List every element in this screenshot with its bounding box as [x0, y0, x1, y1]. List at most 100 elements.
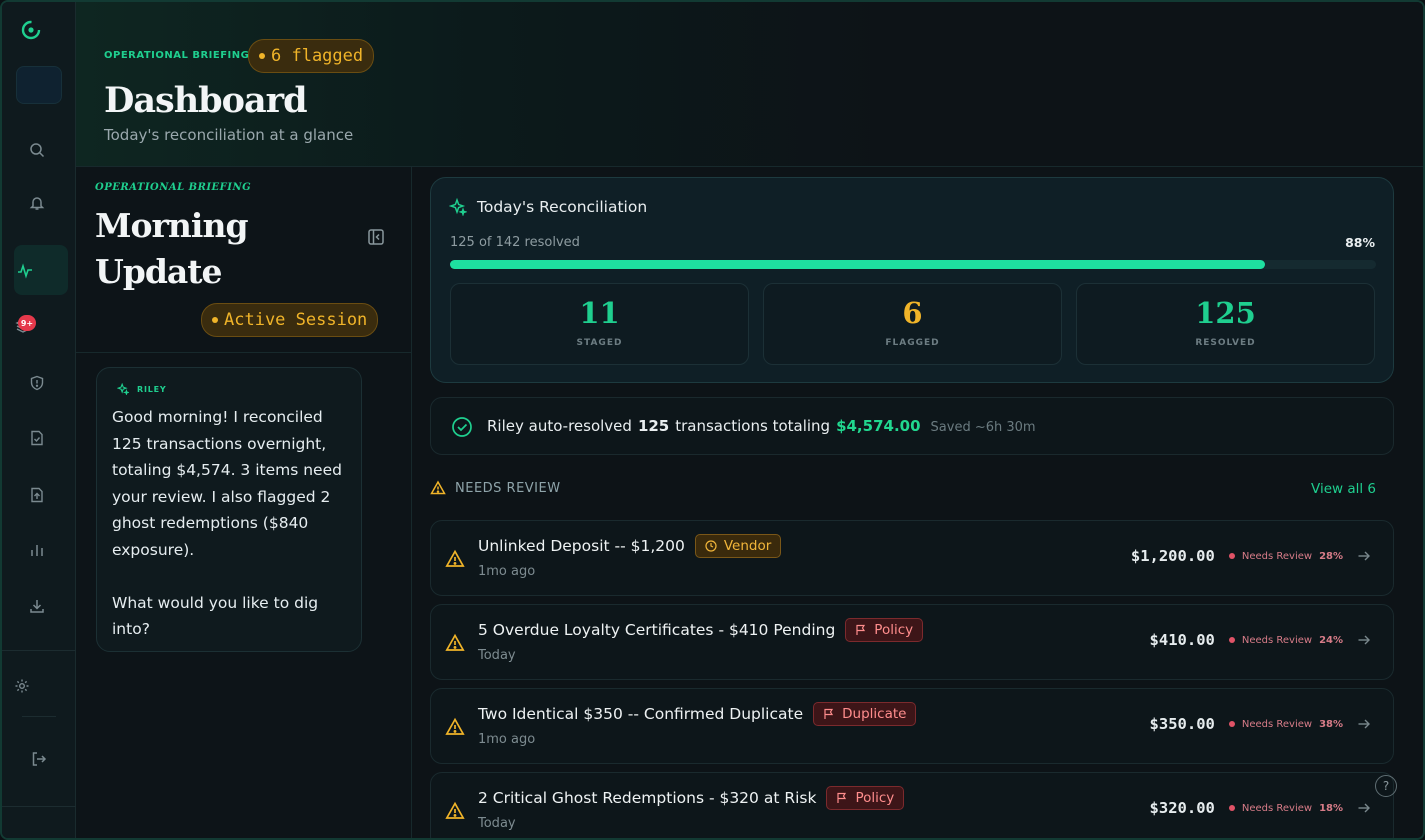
tag-vendor[interactable]: Vendor	[694, 534, 782, 558]
warning-icon	[430, 480, 446, 495]
settings-icon[interactable]	[14, 678, 34, 698]
auto-resolved-middle: transactions totaling	[675, 417, 831, 435]
status-dot	[212, 317, 218, 323]
needs-review-heading: NEEDS REVIEW	[430, 480, 561, 496]
warning-icon	[445, 717, 465, 735]
needs-review-label: NEEDS REVIEW	[455, 480, 561, 496]
review-item-title: Two Identical $350 -- Confirmed Duplicat…	[478, 702, 917, 726]
review-item-amount: $410.00	[1149, 631, 1215, 649]
clock-icon	[705, 540, 717, 552]
panel-divider	[76, 352, 412, 353]
review-item-title-text: 5 Overdue Loyalty Certificates - $410 Pe…	[478, 621, 836, 639]
status-dot	[1228, 805, 1235, 811]
status-label: Needs Review	[1241, 718, 1313, 730]
tag-label: Policy	[874, 622, 914, 638]
rail-divider-2	[22, 716, 56, 717]
review-item-amount: $1,200.00	[1130, 547, 1215, 565]
stat-flagged[interactable]: 6 FLAGGED	[763, 283, 1062, 365]
review-item-status: Needs Review 24%	[1228, 634, 1343, 646]
review-item-time: 1mo ago	[478, 564, 536, 579]
status-percent: 18%	[1319, 802, 1343, 814]
review-item-title: 5 Overdue Loyalty Certificates - $410 Pe…	[478, 618, 924, 642]
sidebar-rail: 9+	[2, 2, 76, 838]
tag-label: Vendor	[723, 538, 772, 554]
status-percent: 28%	[1319, 550, 1343, 562]
bell-icon[interactable]	[29, 195, 49, 215]
review-item-title: 2 Critical Ghost Redemptions - $320 at R…	[478, 786, 905, 810]
arrow-right-icon[interactable]	[1357, 633, 1371, 647]
arrow-right-icon[interactable]	[1357, 801, 1371, 815]
tag-duplicate[interactable]: Duplicate	[813, 702, 917, 726]
collapse-panel-icon[interactable]	[367, 228, 385, 246]
review-item-meta: $1,200.00 Needs Review 28%	[1131, 547, 1371, 565]
review-item-status: Needs Review 18%	[1228, 802, 1343, 814]
search-icon[interactable]	[29, 142, 49, 162]
tag-policy[interactable]: Policy	[826, 786, 905, 810]
review-item-status: Needs Review 38%	[1228, 718, 1343, 730]
flagged-count-label: 6 flagged	[271, 46, 364, 66]
review-item[interactable]: 2 Critical Ghost Redemptions - $320 at R…	[430, 772, 1394, 838]
stat-value: 11	[579, 296, 620, 330]
help-button[interactable]: ?	[1375, 775, 1397, 797]
review-item[interactable]: 5 Overdue Loyalty Certificates - $410 Pe…	[430, 604, 1394, 680]
flag-icon	[824, 708, 834, 719]
assistant-header: RILEY	[117, 383, 167, 395]
stat-label: FLAGGED	[885, 338, 940, 348]
review-item-title-text: Two Identical $350 -- Confirmed Duplicat…	[478, 705, 804, 723]
progress-percent: 88%	[1345, 235, 1375, 250]
status-dot	[1228, 721, 1235, 727]
check-circle-icon	[451, 416, 473, 438]
reconciliation-title-text: Today's Reconciliation	[477, 198, 648, 216]
assistant-name: RILEY	[137, 384, 167, 394]
stat-value: 125	[1195, 296, 1256, 330]
rail-divider	[2, 650, 76, 651]
briefing-title: Morning Update	[95, 206, 249, 291]
download-icon[interactable]	[29, 598, 49, 618]
tag-policy[interactable]: Policy	[845, 618, 924, 642]
flagged-count-pill[interactable]: 6 flagged	[248, 39, 375, 73]
review-item-meta: $350.00 Needs Review 38%	[1150, 715, 1371, 733]
stat-resolved[interactable]: 125 RESOLVED	[1076, 283, 1375, 365]
review-item-meta: $410.00 Needs Review 24%	[1150, 631, 1371, 649]
progress-bar-fill	[450, 260, 1265, 269]
review-item[interactable]: Two Identical $350 -- Confirmed Duplicat…	[430, 688, 1394, 764]
review-item-amount: $350.00	[1149, 715, 1215, 733]
workspace-switcher[interactable]	[16, 66, 62, 104]
logo-icon[interactable]	[20, 19, 42, 41]
arrow-right-icon[interactable]	[1357, 549, 1371, 563]
active-session-pill[interactable]: Active Session	[201, 303, 379, 337]
bar-chart-icon[interactable]	[29, 542, 49, 562]
progress-bar	[450, 260, 1376, 269]
view-all-link[interactable]: View all 6	[1311, 481, 1376, 497]
notifications-badge: 9+	[18, 315, 36, 331]
auto-resolved-amount: $4,574.00	[836, 417, 921, 435]
stat-label: STAGED	[576, 338, 623, 348]
arrow-right-icon[interactable]	[1357, 717, 1371, 731]
review-item-meta: $320.00 Needs Review 18%	[1150, 799, 1371, 817]
stat-label: RESOLVED	[1195, 338, 1256, 348]
file-check-icon[interactable]	[29, 430, 49, 450]
sparkle-icon	[449, 198, 467, 216]
app-frame: 9+ OPERATIONAL BRIEFING 6 flagged Dashbo…	[0, 0, 1425, 840]
warning-icon	[445, 549, 465, 567]
header-eyebrow: OPERATIONAL BRIEFING	[104, 50, 250, 61]
review-item-title-text: 2 Critical Ghost Redemptions - $320 at R…	[478, 789, 817, 807]
shield-icon[interactable]	[29, 375, 49, 395]
review-item[interactable]: Unlinked Deposit -- $1,200 Vendor 1mo ag…	[430, 520, 1394, 596]
active-session-label: Active Session	[224, 310, 368, 330]
status-label: Needs Review	[1241, 550, 1313, 562]
activity-icon[interactable]	[17, 263, 37, 283]
page-title: Dashboard	[104, 80, 308, 121]
flag-icon	[856, 624, 866, 635]
tag-label: Duplicate	[842, 706, 907, 722]
stat-value: 6	[902, 296, 923, 330]
review-item-status: Needs Review 28%	[1228, 550, 1343, 562]
stat-staged[interactable]: 11 STAGED	[450, 283, 749, 365]
page-subtitle: Today's reconciliation at a glance	[104, 126, 354, 144]
status-label: Needs Review	[1241, 634, 1313, 646]
review-item-time: Today	[478, 816, 516, 831]
review-item-time: Today	[478, 648, 516, 663]
logout-icon[interactable]	[31, 751, 51, 771]
file-upload-icon[interactable]	[29, 487, 49, 507]
auto-resolved-banner: Riley auto-resolved 125 transactions tot…	[430, 397, 1394, 455]
